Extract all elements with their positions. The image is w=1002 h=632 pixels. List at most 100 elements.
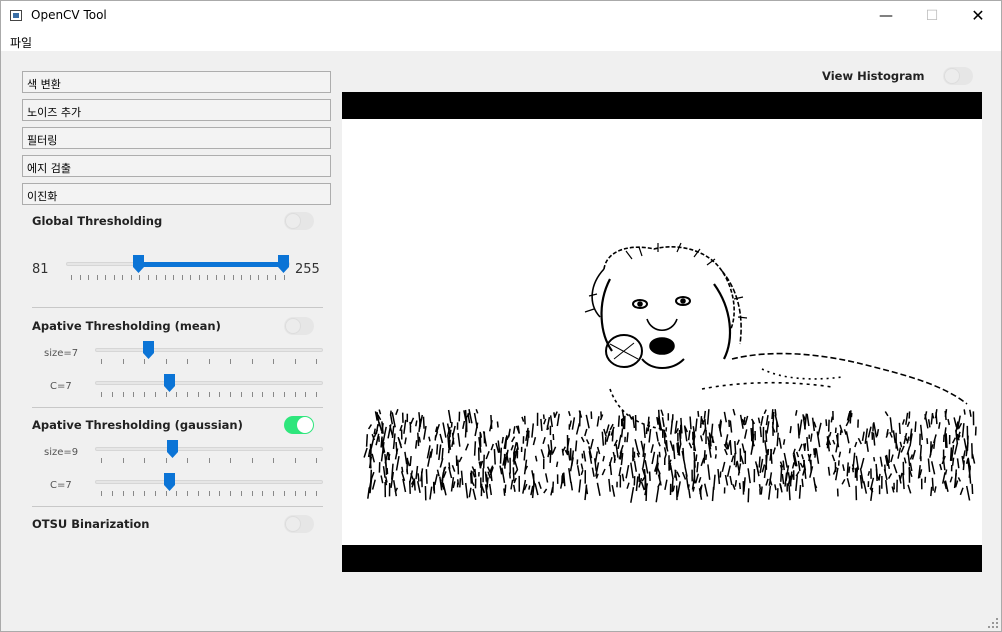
otsu-toggle[interactable] bbox=[284, 515, 314, 533]
slider-tick bbox=[284, 491, 285, 496]
slider-tick bbox=[241, 491, 242, 496]
slider-tick bbox=[316, 392, 317, 397]
section-add-noise[interactable]: 노이즈 추가 bbox=[22, 99, 331, 121]
view-histogram-label: View Histogram bbox=[822, 69, 925, 83]
range-low-handle[interactable] bbox=[133, 255, 144, 273]
adaptive-gaussian-size-handle[interactable] bbox=[167, 440, 178, 458]
slider-tick bbox=[198, 491, 199, 496]
adaptive-gaussian-toggle[interactable] bbox=[284, 416, 314, 434]
range-slider-ticks bbox=[71, 275, 285, 280]
adaptive-gaussian-size-track[interactable] bbox=[95, 447, 323, 451]
slider-tick bbox=[187, 392, 188, 397]
dog-sketch bbox=[363, 242, 977, 503]
slider-tick bbox=[305, 392, 306, 397]
slider-tick bbox=[250, 275, 251, 280]
adaptive-gaussian-c-label: C=7 bbox=[50, 480, 72, 491]
slider-tick bbox=[199, 275, 200, 280]
global-threshold-toggle[interactable] bbox=[284, 212, 314, 230]
slider-tick bbox=[284, 392, 285, 397]
slider-tick bbox=[241, 275, 242, 280]
slider-tick bbox=[144, 392, 145, 397]
slider-tick bbox=[305, 491, 306, 496]
slider-tick bbox=[105, 275, 106, 280]
slider-tick bbox=[131, 275, 132, 280]
toggle-knob bbox=[285, 516, 301, 532]
slider-tick bbox=[275, 275, 276, 280]
slider-tick bbox=[219, 491, 220, 496]
slider-tick bbox=[139, 275, 140, 280]
otsu-title: OTSU Binarization bbox=[32, 517, 150, 531]
slider-tick bbox=[144, 491, 145, 496]
adaptive-gaussian-c-track[interactable] bbox=[95, 480, 323, 484]
slider-tick bbox=[176, 392, 177, 397]
menu-bar: 파일 bbox=[1, 31, 1001, 51]
slider-tick bbox=[71, 275, 72, 280]
adaptive-mean-c-track[interactable] bbox=[95, 381, 323, 385]
slider-tick bbox=[267, 275, 268, 280]
adaptive-mean-toggle[interactable] bbox=[284, 317, 314, 335]
binary-dog-image bbox=[342, 119, 982, 545]
menu-file[interactable]: 파일 bbox=[10, 34, 32, 51]
slider-tick bbox=[273, 458, 274, 463]
section-filtering[interactable]: 필터링 bbox=[22, 127, 331, 149]
slider-tick bbox=[176, 491, 177, 496]
slider-tick bbox=[101, 458, 102, 463]
slider-tick bbox=[295, 392, 296, 397]
slider-tick bbox=[284, 275, 285, 280]
divider bbox=[32, 407, 323, 408]
range-high-handle[interactable] bbox=[278, 255, 289, 273]
slider-tick bbox=[316, 359, 317, 364]
section-label: 색 변환 bbox=[27, 78, 61, 91]
adaptive-gaussian-size-label: size=9 bbox=[44, 447, 79, 458]
slider-tick bbox=[252, 491, 253, 496]
slider-tick bbox=[230, 359, 231, 364]
slider-tick bbox=[198, 392, 199, 397]
toggle-knob bbox=[285, 213, 301, 229]
slider-tick bbox=[230, 458, 231, 463]
slider-tick bbox=[80, 275, 81, 280]
adaptive-mean-c-handle[interactable] bbox=[164, 374, 175, 392]
section-binarization[interactable]: 이진화 bbox=[22, 183, 331, 205]
slider-tick bbox=[295, 491, 296, 496]
global-threshold-title: Global Thresholding bbox=[32, 214, 163, 228]
toggle-knob bbox=[297, 417, 313, 433]
adaptive-mean-size-label: size=7 bbox=[44, 348, 79, 359]
slider-tick bbox=[219, 392, 220, 397]
slider-tick bbox=[209, 359, 210, 364]
maximize-button[interactable]: ☐ bbox=[909, 1, 955, 31]
adaptive-gaussian-c-handle[interactable] bbox=[164, 473, 175, 491]
title-bar[interactable]: OpenCV Tool — ☐ ✕ bbox=[1, 1, 1001, 31]
slider-tick bbox=[252, 392, 253, 397]
adaptive-mean-size-track[interactable] bbox=[95, 348, 323, 352]
divider bbox=[32, 307, 323, 308]
slider-ticks bbox=[101, 491, 317, 496]
section-color-convert[interactable]: 색 변환 bbox=[22, 71, 331, 93]
adaptive-mean-size-handle[interactable] bbox=[143, 341, 154, 359]
minimize-button[interactable]: — bbox=[863, 1, 909, 31]
close-button[interactable]: ✕ bbox=[955, 1, 1001, 31]
slider-tick bbox=[166, 491, 167, 496]
slider-tick bbox=[241, 392, 242, 397]
section-edge-detect[interactable]: 에지 검출 bbox=[22, 155, 331, 177]
slider-tick bbox=[209, 491, 210, 496]
slider-tick bbox=[166, 458, 167, 463]
slider-tick bbox=[190, 275, 191, 280]
slider-tick bbox=[101, 491, 102, 496]
slider-tick bbox=[112, 392, 113, 397]
slider-tick bbox=[122, 275, 123, 280]
view-histogram-toggle[interactable] bbox=[943, 67, 973, 85]
slider-tick bbox=[187, 359, 188, 364]
slider-tick bbox=[133, 392, 134, 397]
slider-tick bbox=[230, 491, 231, 496]
slider-tick bbox=[316, 458, 317, 463]
resize-grip-icon[interactable] bbox=[988, 618, 998, 628]
slider-tick bbox=[123, 359, 124, 364]
slider-tick bbox=[166, 392, 167, 397]
toggle-knob bbox=[285, 318, 301, 334]
slider-tick bbox=[262, 491, 263, 496]
window-title: OpenCV Tool bbox=[31, 8, 107, 22]
range-slider-fill bbox=[139, 262, 284, 267]
slider-tick bbox=[165, 275, 166, 280]
slider-tick bbox=[101, 359, 102, 364]
slider-tick bbox=[173, 275, 174, 280]
